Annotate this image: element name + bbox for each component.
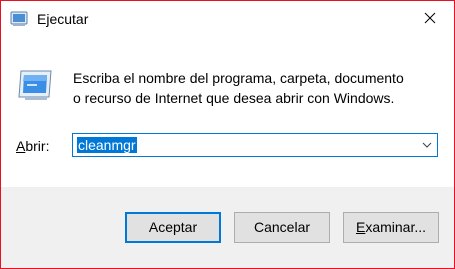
open-label-accelerator: A (16, 138, 26, 154)
browse-label: xaminar... (365, 219, 427, 235)
browse-button[interactable]: Examinar... (343, 212, 439, 243)
run-program-icon (18, 70, 52, 100)
open-input[interactable]: cleanmgr (77, 137, 137, 153)
dialog-content: Escriba el nombre del programa, carpeta,… (1, 37, 454, 187)
chevron-down-icon[interactable] (422, 141, 432, 149)
run-dialog: Ejecutar Escriba el nombre del programa,… (0, 0, 455, 269)
accept-button[interactable]: Aceptar (125, 212, 221, 243)
close-button[interactable] (408, 1, 454, 35)
open-combobox[interactable]: cleanmgr (72, 133, 438, 157)
description-line-2: o recurso de Internet que desea abrir co… (73, 90, 395, 106)
title-bar[interactable]: Ejecutar (1, 1, 454, 37)
window-title: Ejecutar (37, 11, 89, 27)
dialog-description: Escriba el nombre del programa, carpeta,… (73, 68, 443, 108)
open-label-text: brir: (25, 138, 50, 154)
run-icon (10, 11, 28, 26)
open-label: Abrir: (16, 138, 49, 154)
cancel-button[interactable]: Cancelar (234, 212, 330, 243)
button-bar: Aceptar Cancelar Examinar... (1, 187, 454, 268)
browse-accelerator: E (355, 219, 366, 235)
close-icon (424, 12, 436, 24)
description-line-1: Escriba el nombre del programa, carpeta,… (73, 70, 404, 86)
